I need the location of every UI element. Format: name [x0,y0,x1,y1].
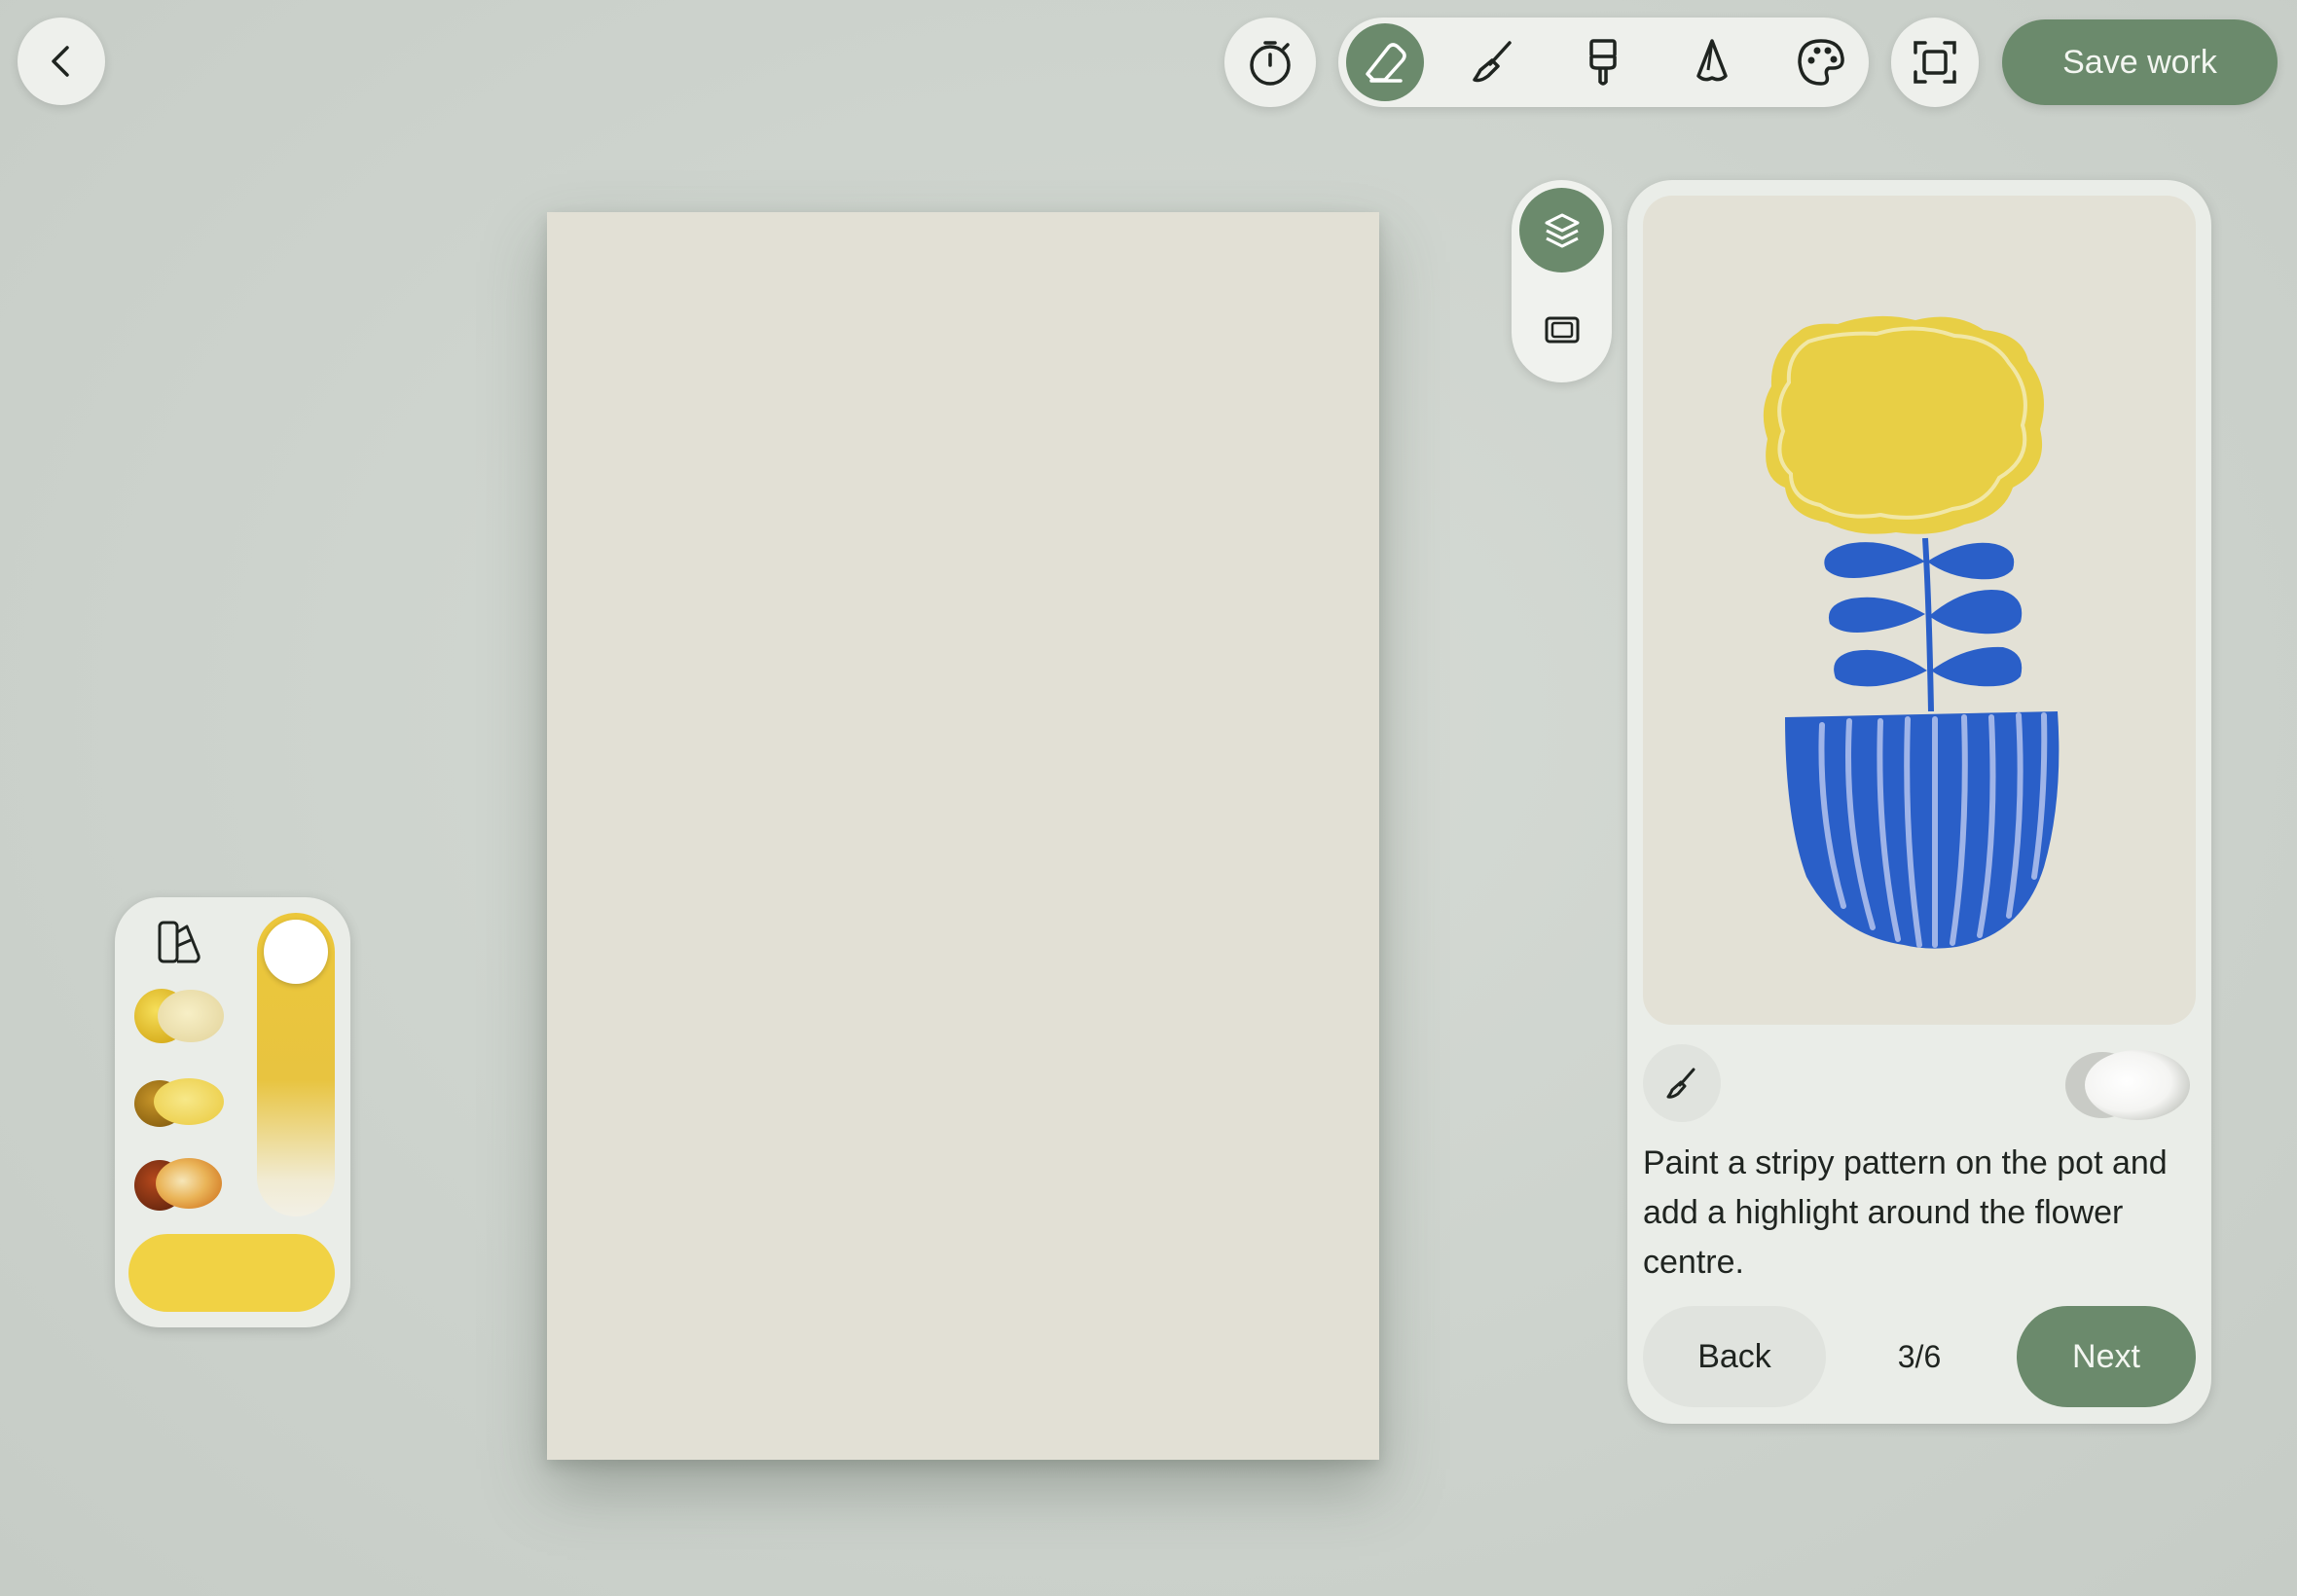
brush-icon [1473,41,1512,83]
brush-icon [1666,1068,1695,1099]
leaf [1824,542,1925,578]
tool-group [1338,18,1869,107]
eraser-icon [1366,43,1406,83]
pencil-tool[interactable] [1673,23,1751,101]
fullscreen-button[interactable] [1891,18,1979,107]
guide-brush-button[interactable] [1643,1044,1721,1122]
color-palette [115,897,350,1327]
guide-color-swatch[interactable] [2061,1046,2192,1124]
guide-next-button[interactable]: Next [2017,1306,2196,1407]
timer-button[interactable] [1224,18,1316,107]
view-toggle-pill [1512,180,1612,382]
back-button[interactable] [18,18,105,105]
guide-instruction-text: Paint a stripy pattern on the pot and ad… [1643,1144,2168,1281]
swatches-icon [158,921,201,963]
leaf [1931,646,2023,687]
opacity-slider-knob[interactable] [264,920,328,984]
reference-artwork [1643,196,2196,1025]
chevron-left-icon [52,46,69,77]
leaf [1929,590,2023,635]
color-swatch-rust-orange[interactable] [130,1152,228,1215]
brush-tool[interactable] [1455,23,1533,101]
flat-brush-tool[interactable] [1564,23,1642,101]
palette-toggle-button[interactable] [154,917,204,967]
leaf [1828,597,1925,633]
guide-back-button[interactable]: Back [1643,1306,1826,1407]
opacity-slider[interactable] [257,913,335,1216]
current-color-swatch[interactable] [128,1234,335,1312]
drawing-canvas[interactable] [547,212,1379,1460]
eraser-tool[interactable] [1346,23,1424,101]
layers-button[interactable] [1519,188,1604,272]
guide-panel: Paint a stripy pattern on the pot and ad… [1627,180,2211,1424]
save-work-button[interactable]: Save work [2002,19,2278,105]
frame-button[interactable] [1519,287,1604,372]
color-swatch-yellow-cream[interactable] [130,985,228,1047]
color-swatch-ochre-yellow[interactable] [130,1070,228,1133]
palette-tool[interactable] [1782,23,1860,101]
stopwatch-icon [1250,41,1291,86]
guide-step-counter: 3/6 [1897,1338,1942,1374]
leaf [1927,542,2015,580]
leaf [1834,649,1927,687]
frame-icon [1545,316,1579,343]
layers-icon [1545,213,1579,247]
pencil-icon [1696,39,1728,82]
fullscreen-icon [1914,41,1956,84]
palette-icon [1798,39,1844,86]
flat-brush-icon [1589,39,1617,86]
